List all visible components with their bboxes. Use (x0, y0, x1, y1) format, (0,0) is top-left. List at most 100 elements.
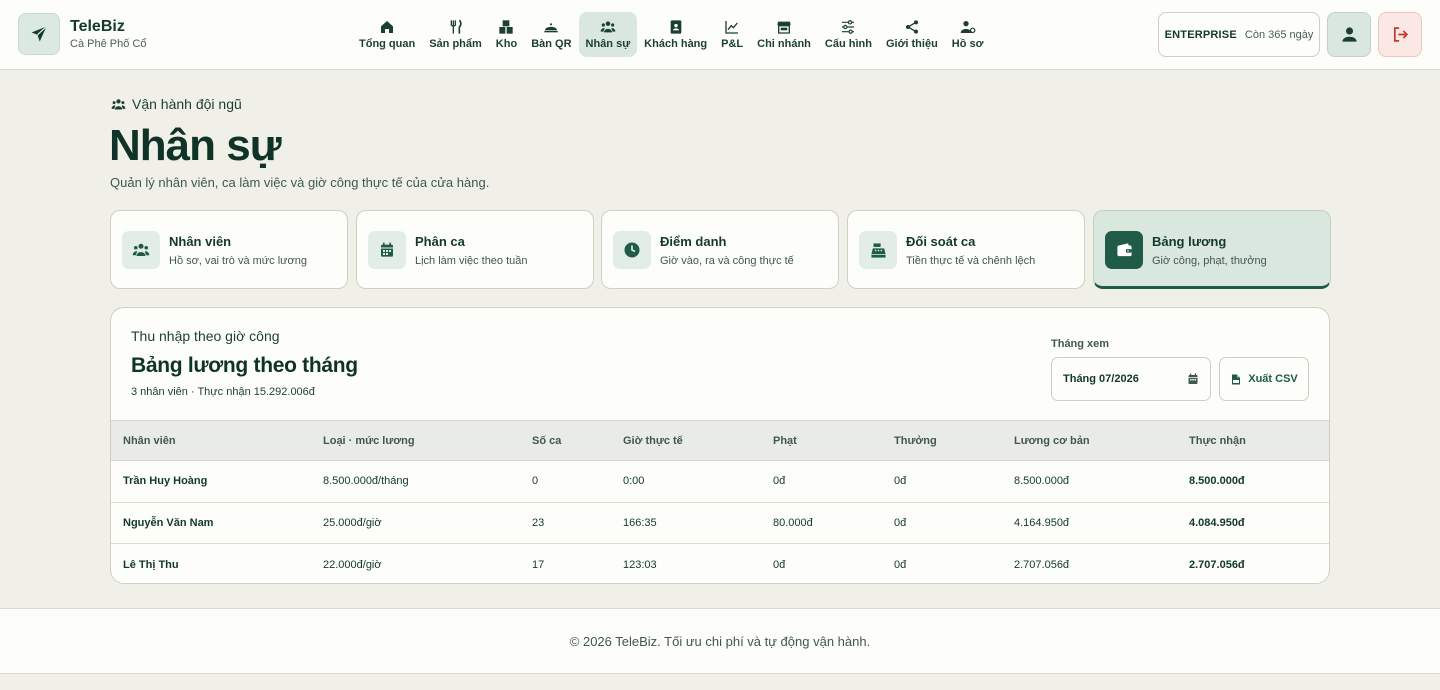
plan-remaining: Còn 365 ngày (1244, 28, 1314, 41)
nav-item-cau-hinh[interactable]: Cấu hình (818, 12, 879, 57)
nav-label: Hồ sơ (951, 38, 984, 50)
module-card-diem-danh[interactable]: Điểm danh Giờ vào, ra và công thực tế (601, 210, 839, 289)
nav-label: Khách hàng (644, 38, 708, 50)
nav-label: Kho (495, 38, 518, 50)
share-icon (905, 20, 918, 34)
account-button[interactable] (1327, 12, 1371, 57)
user-icon (1341, 27, 1357, 42)
nav-item-gioi-thieu[interactable]: Giới thiệu (879, 12, 945, 57)
month-picker[interactable]: Tháng 07/2026 (1051, 357, 1211, 401)
brand-logo[interactable] (18, 13, 60, 55)
column-header[interactable]: Nhân viên (111, 420, 311, 461)
brand-name: TeleBiz (70, 18, 125, 35)
bonus: 0đ (882, 460, 1002, 503)
net-pay: 2.707.056đ (1189, 558, 1245, 571)
column-header[interactable]: Loại · mức lương (311, 420, 520, 461)
table-row[interactable]: Nguyễn Văn Nam 25.000đ/giờ 23 166:35 80.… (111, 502, 1329, 544)
user-gear-icon (960, 21, 976, 34)
net-pay: 8.500.000đ (1177, 460, 1329, 503)
export-csv-button[interactable]: Xuất CSV (1219, 357, 1309, 401)
utensils-icon (450, 19, 462, 34)
nav-label: Bàn QR (531, 38, 572, 50)
calendar-icon (381, 242, 393, 257)
employee-name: Nguyễn Văn Nam (111, 502, 311, 544)
nav-item-khach-hang[interactable]: Khách hàng (637, 12, 714, 57)
base-salary: 2.707.056đ (1014, 558, 1070, 571)
logout-icon (1393, 27, 1408, 42)
column-header[interactable]: Phạt (761, 420, 882, 461)
card-desc: Hồ sơ, vai trò và mức lương (169, 255, 307, 267)
payroll-panel: Thu nhập theo giờ công Bảng lương theo t… (110, 307, 1330, 584)
nav-item-pl[interactable]: P&L (714, 12, 750, 57)
nav-item-tong-quan[interactable]: Tổng quan (352, 12, 422, 57)
card-title: Đối soát ca (906, 234, 976, 249)
column-header[interactable]: Giờ thực tế (611, 420, 761, 461)
payroll-table: Nhân viên Loại · mức lương Số ca Giờ thự… (111, 420, 1329, 584)
column-header[interactable]: Thực nhận (1177, 420, 1329, 461)
table-row[interactable]: Lê Thị Thu 22.000đ/giờ 17 123:03 0đ 0đ 2… (111, 544, 1329, 584)
address-book-icon (670, 20, 681, 34)
column-header[interactable]: Số ca (520, 420, 611, 461)
nav-item-ban-qr[interactable]: Bàn QR (524, 12, 578, 57)
card-icon (122, 231, 160, 269)
users-icon (600, 21, 616, 33)
base-salary: 4.164.950đ (1002, 502, 1177, 544)
nav-item-chi-nhanh[interactable]: Chi nhánh (750, 12, 818, 57)
clock-icon (624, 242, 640, 258)
pay-type: 8.500.000đ/tháng (311, 460, 520, 503)
card-title: Phân ca (415, 234, 465, 249)
module-card-nhan-vien[interactable]: Nhân viên Hồ sơ, vai trò và mức lương (110, 210, 348, 289)
shift-count: 17 (532, 558, 545, 571)
penalty: 80.000đ (761, 502, 882, 544)
actual-hours: 0:00 (611, 460, 761, 503)
card-desc: Giờ vào, ra và công thực tế (660, 255, 794, 267)
plan-badge[interactable]: ENTERPRISE Còn 365 ngày (1158, 12, 1320, 57)
top-bar: TeleBiz Cà Phê Phố Cổ Tổng quan Sản phẩm… (0, 0, 1440, 70)
nav-item-nhan-su[interactable]: Nhân sự (578, 12, 638, 57)
module-card-doi-soat-ca[interactable]: Đối soát ca Tiền thực tế và chênh lệch (847, 210, 1085, 289)
card-desc: Lịch làm việc theo tuần (415, 255, 528, 267)
users-icon (132, 243, 150, 256)
page-subtitle: Quản lý nhân viên, ca làm việc và giờ cô… (110, 175, 490, 190)
panel-eyebrow: Thu nhập theo giờ công (131, 328, 280, 344)
line-chart-icon (725, 21, 739, 34)
eyebrow-text: Vận hành đội ngũ (132, 96, 242, 112)
net-pay: 4.084.950đ (1177, 502, 1329, 544)
pay-type: 22.000đ/giờ (323, 558, 382, 571)
file-csv-icon (1232, 374, 1241, 384)
module-card-bang-luong[interactable]: Bảng lương Giờ công, phạt, thưởng (1093, 210, 1331, 289)
payroll-summary: 3 nhân viên · Thực nhận 15.292.006đ (131, 386, 315, 398)
employee-name: Trần Huy Hoàng (111, 460, 311, 503)
cloche-icon (544, 23, 559, 33)
panel-title: Bảng lương theo tháng (131, 354, 358, 377)
card-icon (368, 231, 406, 269)
cash-register-icon (870, 242, 886, 258)
page-eyebrow: Vận hành đội ngũ (110, 96, 242, 112)
penalty: 0đ (761, 460, 882, 503)
column-header[interactable]: Lương cơ bản (1002, 420, 1177, 461)
nav-label: Chi nhánh (757, 38, 811, 50)
nav-item-ho-so[interactable]: Hồ sơ (945, 12, 991, 57)
shift-count: 23 (520, 502, 611, 544)
module-card-phan-ca[interactable]: Phân ca Lịch làm việc theo tuần (356, 210, 594, 289)
nav-item-san-pham[interactable]: Sản phẩm (422, 12, 489, 57)
home-icon (381, 21, 394, 33)
actual-hours: 166:35 (611, 502, 761, 544)
store-icon (777, 21, 791, 34)
shift-count: 0 (520, 460, 611, 503)
plan-tier: ENTERPRISE (1164, 28, 1237, 41)
column-header[interactable]: Thưởng (882, 420, 1002, 461)
main-nav: Tổng quan Sản phẩm Kho Bàn QR Nhân sự Kh… (352, 12, 990, 57)
page-title: Nhân sự (109, 121, 282, 170)
card-icon (1105, 231, 1143, 269)
footer: © 2026 TeleBiz. Tối ưu chi phí và tự độn… (0, 608, 1440, 674)
nav-item-kho[interactable]: Kho (489, 12, 524, 57)
employee-name: Lê Thị Thu (123, 558, 179, 571)
bonus: 0đ (882, 502, 1002, 544)
table-row[interactable]: Trần Huy Hoàng 8.500.000đ/tháng 0 0:00 0… (111, 460, 1329, 503)
wallet-icon (1116, 242, 1132, 256)
logout-button[interactable] (1378, 12, 1422, 57)
penalty: 0đ (773, 558, 786, 571)
card-title: Điểm danh (660, 234, 727, 249)
nav-label: P&L (721, 38, 744, 50)
